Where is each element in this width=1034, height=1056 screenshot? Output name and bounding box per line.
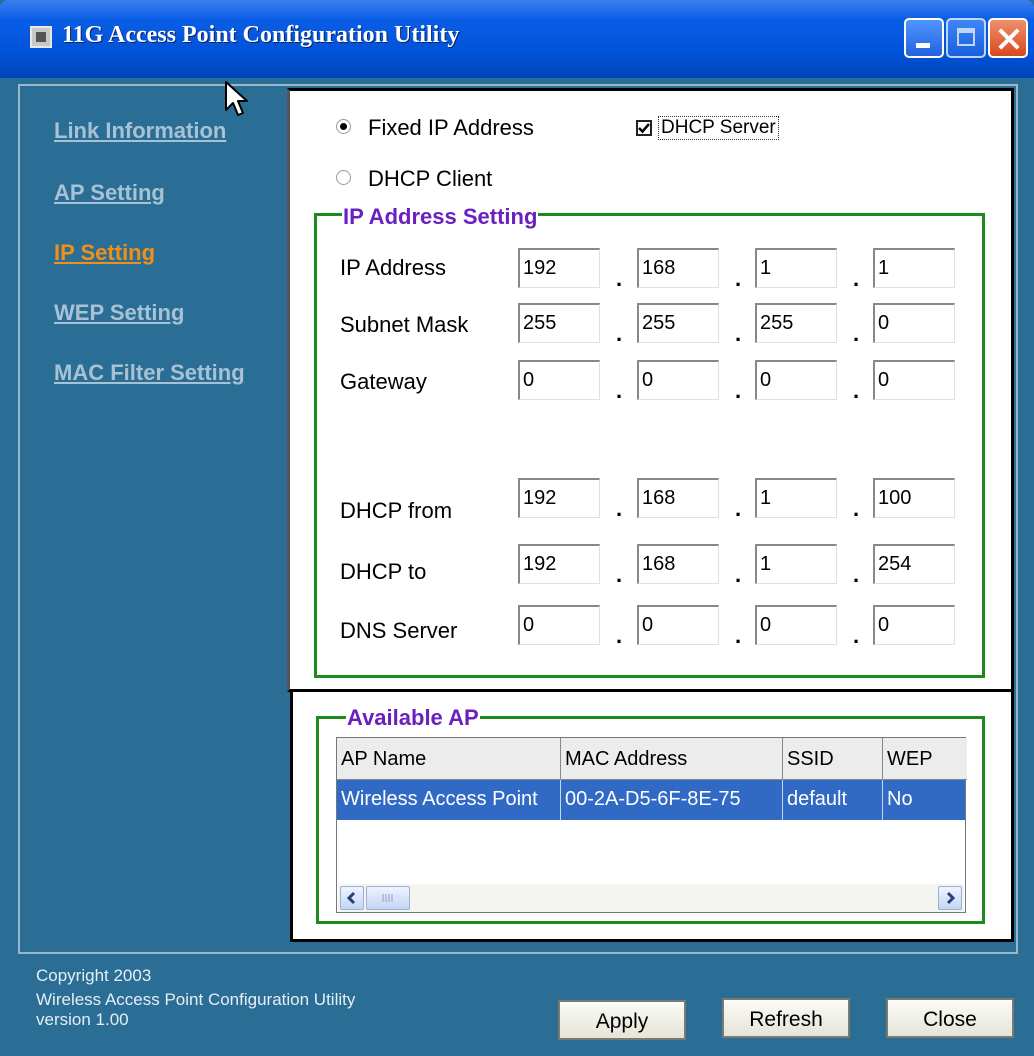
available-ap-list[interactable]: AP Name MAC Address SSID WEP Wireless Ac… [336,737,967,913]
sidebar-item-mac-filter-setting[interactable]: MAC Filter Setting [54,360,245,386]
gateway-label: Gateway [340,369,427,394]
close-button[interactable]: Close [886,998,1014,1038]
close-window-button[interactable] [988,18,1028,58]
gateway-octet-3-input[interactable]: 0 [755,360,837,400]
subnet-mask-octet-4-input[interactable]: 0 [873,303,955,343]
octet-separator: . [853,266,860,291]
octet-separator: . [853,562,860,587]
dhcp-server-checkbox[interactable] [636,120,652,136]
octet-separator: . [735,562,742,587]
octet-separator: . [853,496,860,521]
ip-address-octet-1-input[interactable]: 192 [518,248,600,288]
checkmark-icon [638,123,650,134]
octet-separator: . [616,378,623,403]
sidebar-item-link-information[interactable]: Link Information [54,118,226,144]
window-title: 11G Access Point Configuration Utility [62,22,460,48]
dns-server-octet-3-input[interactable]: 0 [755,605,837,645]
available-ap-legend: Available AP [346,705,480,731]
subnet-mask-octet-1-input[interactable]: 255 [518,303,600,343]
octet-separator: . [735,378,742,403]
ip-address-octet-4-input[interactable]: 1 [873,248,955,288]
dhcp-from-octet-4-input[interactable]: 100 [873,478,955,518]
grip-icon [382,894,393,902]
octet-separator: . [616,623,623,648]
product-name-text: Wireless Access Point Configuration Util… [36,990,356,1009]
dhcp-from-octet-3-input[interactable]: 1 [755,478,837,518]
column-header-ap-name[interactable]: AP Name [337,738,561,780]
dhcp-to-octet-2-input[interactable]: 168 [637,544,719,584]
dhcp-from-label: DHCP from [340,498,453,523]
dhcp-to-octet-1-input[interactable]: 192 [518,544,600,584]
mouse-cursor-icon [225,81,248,116]
maximize-button[interactable] [946,18,986,58]
apply-button[interactable]: Apply [558,1000,686,1040]
octet-separator: . [853,378,860,403]
subnet-mask-octet-2-input[interactable]: 255 [637,303,719,343]
column-header-mac-address[interactable]: MAC Address [561,738,783,780]
octet-separator: . [616,562,623,587]
ip-address-octet-2-input[interactable]: 168 [637,248,719,288]
octet-separator: . [735,321,742,346]
octet-separator: . [853,321,860,346]
minimize-button[interactable] [904,18,944,58]
sidebar-item-wep-setting[interactable]: WEP Setting [54,300,184,326]
dns-server-octet-4-input[interactable]: 0 [873,605,955,645]
dhcp-client-label[interactable]: DHCP Client [368,166,492,192]
dns-server-label: DNS Server [340,618,458,643]
title-bar[interactable]: 11G Access Point Configuration Utility [0,0,1034,78]
app-icon [30,26,52,48]
dhcp-from-octet-1-input[interactable]: 192 [518,478,600,518]
copyright-text: Copyright 2003 [36,966,152,985]
dhcp-server-label[interactable]: DHCP Server [658,116,779,140]
ip-address-setting-legend: IP Address Setting [342,204,539,230]
ssid-cell: default [783,780,883,820]
scroll-left-button[interactable] [340,886,364,910]
octet-separator: . [853,623,860,648]
dns-server-octet-1-input[interactable]: 0 [518,605,600,645]
scroll-right-button[interactable] [938,886,962,910]
octet-separator: . [616,496,623,521]
octet-separator: . [735,266,742,291]
fixed-ip-label[interactable]: Fixed IP Address [368,115,534,141]
horizontal-scrollbar[interactable] [338,884,964,912]
mac-address-cell: 00-2A-D5-6F-8E-75 [561,780,783,820]
octet-separator: . [616,321,623,346]
sidebar-item-ip-setting[interactable]: IP Setting [54,240,155,266]
dhcp-to-octet-3-input[interactable]: 1 [755,544,837,584]
sidebar-item-ap-setting[interactable]: AP Setting [54,180,165,206]
dhcp-to-octet-4-input[interactable]: 254 [873,544,955,584]
ip-address-octet-3-input[interactable]: 1 [755,248,837,288]
table-row[interactable]: Wireless Access Point 00-2A-D5-6F-8E-75 … [337,780,965,820]
gateway-octet-1-input[interactable]: 0 [518,360,600,400]
scroll-thumb[interactable] [366,886,410,910]
octet-separator: . [735,496,742,521]
column-header-wep[interactable]: WEP [883,738,967,780]
dhcp-to-label: DHCP to [340,559,427,584]
arrow-left-icon [346,891,356,905]
gateway-octet-4-input[interactable]: 0 [873,360,955,400]
dhcp-from-octet-2-input[interactable]: 168 [637,478,719,518]
dhcp-client-radio[interactable] [336,170,351,185]
gateway-octet-2-input[interactable]: 0 [637,360,719,400]
octet-separator: . [616,266,623,291]
dns-server-octet-2-input[interactable]: 0 [637,605,719,645]
arrow-right-icon [946,891,956,905]
ip-address-label: IP Address [340,255,446,280]
version-text: version 1.00 [36,1010,129,1029]
refresh-button[interactable]: Refresh [722,998,850,1038]
ap-name-cell: Wireless Access Point [337,780,561,820]
column-header-ssid[interactable]: SSID [783,738,883,780]
subnet-mask-label: Subnet Mask [340,312,469,337]
subnet-mask-octet-3-input[interactable]: 255 [755,303,837,343]
wep-cell: No [887,788,913,810]
octet-separator: . [735,623,742,648]
fixed-ip-radio[interactable] [336,119,351,134]
